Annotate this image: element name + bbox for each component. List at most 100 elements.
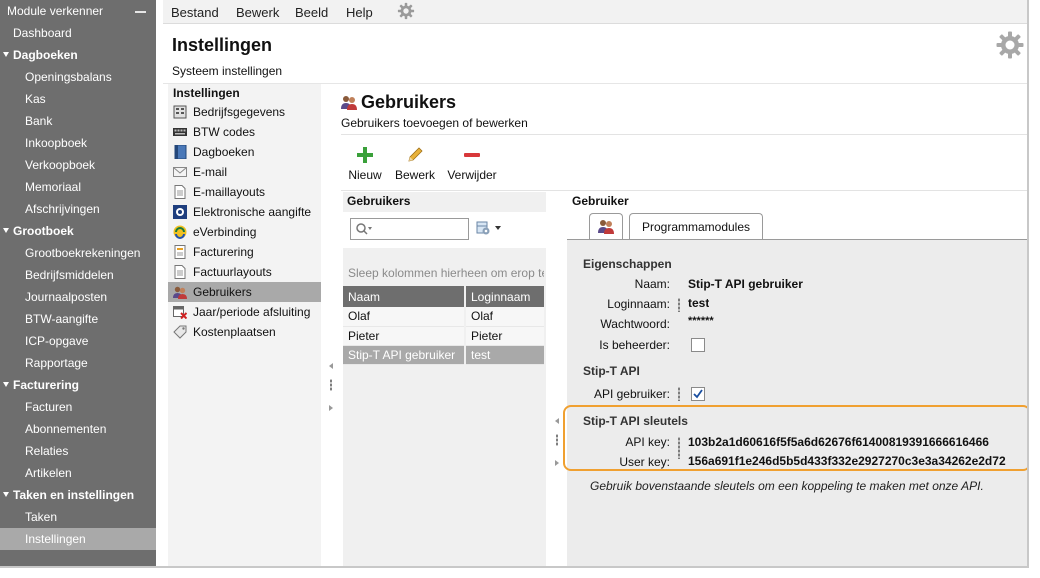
settings-item-kostenplaatsen[interactable]: Kostenplaatsen bbox=[168, 322, 321, 342]
settings-item-label: Kostenplaatsen bbox=[193, 325, 276, 339]
connection-icon bbox=[173, 225, 187, 239]
nav-group-taken-en-instellingen[interactable]: Taken en instellingen bbox=[0, 484, 156, 506]
nav-item-grootboekrekeningen[interactable]: Grootboekrekeningen bbox=[0, 242, 156, 264]
detail-body: Eigenschappen Naam: Stip-T API gebruiker… bbox=[567, 240, 1027, 566]
nav-item-btw-aangifte[interactable]: BTW-aangifte bbox=[0, 308, 156, 330]
column-header-loginnaam[interactable]: Loginnaam bbox=[465, 286, 546, 307]
settings-item-factuurlayouts[interactable]: Factuurlayouts bbox=[168, 262, 321, 282]
nav-item-relaties[interactable]: Relaties bbox=[0, 440, 156, 462]
search-box[interactable] bbox=[350, 218, 469, 240]
section-stip-t-api: Stip-T API bbox=[583, 364, 640, 378]
nav-item-facturen[interactable]: Facturen bbox=[0, 396, 156, 418]
nav-item-inkoopboek[interactable]: Inkoopboek bbox=[0, 132, 156, 154]
nav-item-memoriaal[interactable]: Memoriaal bbox=[0, 176, 156, 198]
nav-item-label: Kas bbox=[25, 92, 46, 106]
settings-item-btw-codes[interactable]: BTW codes bbox=[168, 122, 321, 142]
table-row[interactable]: Pieter Pieter bbox=[343, 326, 546, 346]
nav-group-dagboeken[interactable]: Dagboeken bbox=[0, 44, 156, 66]
collapse-left-icon[interactable] bbox=[329, 363, 333, 369]
nav-item-journaalposten[interactable]: Journaalposten bbox=[0, 286, 156, 308]
field-value-wachtwoord[interactable]: ****** bbox=[688, 315, 714, 327]
main-content: Gebruikers Gebruikers toevoegen of bewer… bbox=[321, 84, 1027, 566]
field-label-api-gebruiker: API gebruiker: bbox=[593, 387, 670, 401]
collapse-icon[interactable] bbox=[135, 11, 146, 13]
nav-group-grootboek[interactable]: Grootboek bbox=[0, 220, 156, 242]
settings-item-gebruikers[interactable]: Gebruikers bbox=[168, 282, 321, 302]
settings-item-jaar-periode-afsluiting[interactable]: Jaar/periode afsluiting bbox=[168, 302, 321, 322]
expand-right-icon[interactable] bbox=[555, 460, 559, 466]
nav-item-label: Inkoopboek bbox=[25, 136, 88, 150]
nav-item-label: Openingsbalans bbox=[25, 70, 112, 84]
module-explorer-header[interactable]: Module verkenner bbox=[0, 0, 156, 22]
book-icon bbox=[174, 145, 187, 159]
nav-item-afschrijvingen[interactable]: Afschrijvingen bbox=[0, 198, 156, 220]
settings-item-dagboeken[interactable]: Dagboeken bbox=[168, 142, 321, 162]
nav-item-artikelen[interactable]: Artikelen bbox=[0, 462, 156, 484]
users-table: Naam Loginnaam Olaf Olaf Pieter Pieter Stip-… bbox=[343, 286, 546, 365]
nav-item-verkoopboek[interactable]: Verkoopboek bbox=[0, 154, 156, 176]
is-beheerder-checkbox[interactable] bbox=[691, 338, 705, 352]
field-value-loginnaam[interactable]: test bbox=[688, 296, 709, 310]
group-by-area[interactable]: Sleep kolommen hierheen om erop te groep… bbox=[348, 266, 544, 280]
field-label-naam: Naam: bbox=[634, 277, 670, 291]
menu-beeld[interactable]: Beeld bbox=[295, 5, 328, 20]
gear-icon[interactable] bbox=[397, 2, 415, 20]
document-icon bbox=[174, 185, 186, 199]
settings-item-e-mail[interactable]: E-mail bbox=[168, 162, 321, 182]
settings-item-everbinding[interactable]: eVerbinding bbox=[168, 222, 321, 242]
cell-loginnaam: Olaf bbox=[465, 307, 546, 327]
nav-item-icp-opgave[interactable]: ICP-opgave bbox=[0, 330, 156, 352]
expand-right-icon[interactable] bbox=[329, 405, 333, 411]
settings-item-facturering[interactable]: Facturering bbox=[168, 242, 321, 262]
table-row[interactable]: Olaf Olaf bbox=[343, 307, 546, 327]
menu-bestand[interactable]: Bestand bbox=[171, 5, 219, 20]
edit-button[interactable]: Bewerk bbox=[393, 146, 437, 182]
page-header: Instellingen Systeem instellingen bbox=[163, 24, 1027, 84]
api-keys-note: Gebruik bovenstaande sleutels om een kop… bbox=[590, 479, 984, 493]
settings-list: Instellingen Bedrijfsgegevens BTW codes Da… bbox=[168, 84, 321, 566]
delete-button[interactable]: Verwijder bbox=[445, 146, 499, 182]
nav-item-label: Afschrijvingen bbox=[25, 202, 100, 216]
nav-item-instellingen[interactable]: Instellingen bbox=[0, 528, 156, 550]
nav-item-rapportage[interactable]: Rapportage bbox=[0, 352, 156, 374]
settings-item-bedrijfsgegevens[interactable]: Bedrijfsgegevens bbox=[168, 102, 321, 122]
expand-triangle-icon[interactable] bbox=[3, 382, 9, 387]
nav-item-dashboard[interactable]: Dashboard bbox=[0, 22, 156, 44]
nav-item-label: Facturering bbox=[13, 378, 80, 392]
collapse-left-icon[interactable] bbox=[555, 418, 559, 424]
users-icon bbox=[598, 220, 614, 234]
nav-item-label: Bedrijfsmiddelen bbox=[25, 268, 114, 282]
table-row[interactable]: Stip-T API gebruiker test bbox=[343, 345, 546, 365]
tab-user[interactable] bbox=[589, 213, 623, 239]
expand-triangle-icon[interactable] bbox=[3, 52, 9, 57]
field-label-wachtwoord: Wachtwoord: bbox=[600, 317, 670, 331]
nav-item-bedrijfsmiddelen[interactable]: Bedrijfsmiddelen bbox=[0, 264, 156, 286]
settings-item-e-maillayouts[interactable]: E-maillayouts bbox=[168, 182, 321, 202]
settings-item-elektronische-aangifte[interactable]: Elektronische aangifte bbox=[168, 202, 321, 222]
menu-help[interactable]: Help bbox=[346, 5, 373, 20]
nav-item-bank[interactable]: Bank bbox=[0, 110, 156, 132]
nav-item-label: Artikelen bbox=[25, 466, 72, 480]
tab-programmamodules[interactable]: Programmamodules bbox=[629, 213, 763, 239]
nav-item-openingsbalans[interactable]: Openingsbalans bbox=[0, 66, 156, 88]
envelope-icon bbox=[173, 167, 187, 177]
new-button-label: Nieuw bbox=[348, 168, 382, 182]
nav-item-kas[interactable]: Kas bbox=[0, 88, 156, 110]
menu-bewerk[interactable]: Bewerk bbox=[236, 5, 279, 20]
nav-group-facturering[interactable]: Facturering bbox=[0, 374, 156, 396]
nav-item-abonnementen[interactable]: Abonnementen bbox=[0, 418, 156, 440]
column-header-naam[interactable]: Naam bbox=[343, 286, 466, 307]
nav-item-taken[interactable]: Taken bbox=[0, 506, 156, 528]
splitter-handle[interactable] bbox=[553, 414, 561, 474]
new-button[interactable]: Nieuw bbox=[348, 146, 382, 182]
column-chooser-icon[interactable] bbox=[476, 220, 504, 236]
search-input[interactable] bbox=[375, 220, 467, 238]
window-edge bbox=[0, 566, 1040, 578]
splitter-handle[interactable] bbox=[327, 359, 335, 419]
section-subtitle: Gebruikers toevoegen of bewerken bbox=[341, 116, 528, 130]
detail-heading: Gebruiker bbox=[572, 194, 629, 208]
api-gebruiker-checkbox[interactable] bbox=[691, 387, 705, 401]
expand-triangle-icon[interactable] bbox=[3, 492, 9, 497]
field-grip-icon bbox=[678, 298, 680, 312]
expand-triangle-icon[interactable] bbox=[3, 228, 9, 233]
